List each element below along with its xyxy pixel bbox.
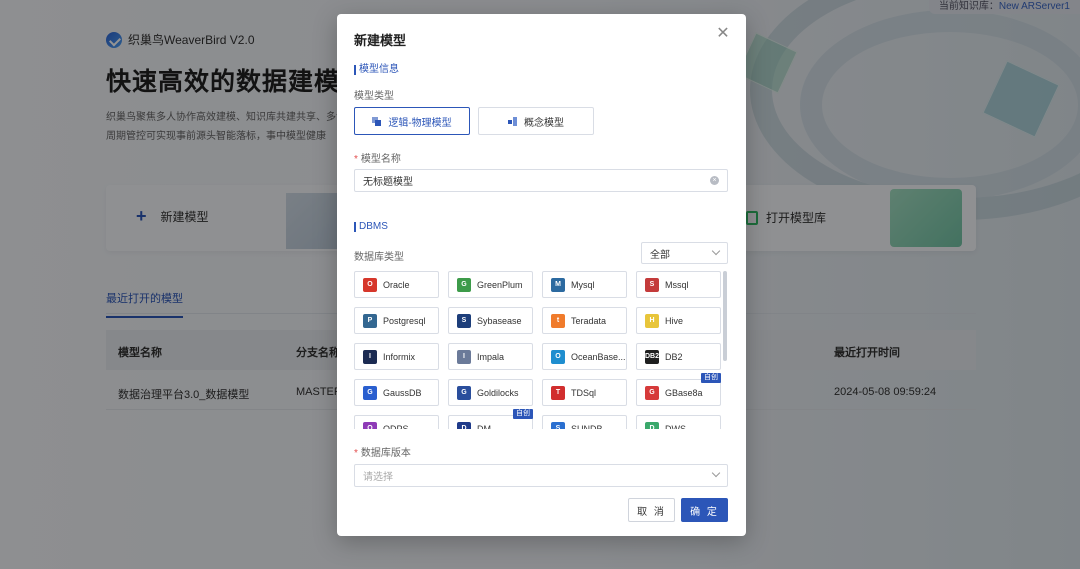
db-card-label: DWS xyxy=(665,423,686,430)
model-name-value: 无标题模型 xyxy=(363,177,413,188)
db-card-gaussdb[interactable]: G GaussDB xyxy=(354,379,439,406)
greenplum-icon: G xyxy=(457,277,471,292)
db-card-dws[interactable]: D DWS xyxy=(636,415,721,429)
close-icon[interactable]: ✕ xyxy=(714,25,732,43)
db-card-label: Hive xyxy=(665,315,684,326)
type-concept-label: 概念模型 xyxy=(524,117,564,129)
mssql-icon: S xyxy=(645,277,659,292)
dws-icon: D xyxy=(645,421,659,429)
db-type-grid: O Oracle G GreenPlum M Mysql S Mssql P Postgresql… xyxy=(354,271,734,429)
label-model-type: 模型类型 xyxy=(354,91,394,102)
tdsql-icon: T xyxy=(551,385,565,400)
sundb-icon: S xyxy=(551,421,565,429)
db-card-label: GaussDB xyxy=(383,387,422,398)
db-card-gbase8a[interactable]: G GBase8a 自创 xyxy=(636,373,721,406)
db-filter-value: 全部 xyxy=(650,249,670,261)
db-card-label: Teradata xyxy=(571,315,607,326)
label-db-version: * 数据库版本 xyxy=(354,444,411,459)
db-card-sybasease[interactable]: S Sybasease xyxy=(448,307,533,334)
db-card-label: OceanBase... xyxy=(571,351,626,362)
model-name-input[interactable]: 无标题模型 × xyxy=(354,169,728,192)
db-card-label: Goldilocks xyxy=(477,387,519,398)
label-model-name: * 模型名称 xyxy=(354,150,401,165)
hive-icon: H xyxy=(645,313,659,328)
db-card-informix[interactable]: I Informix xyxy=(354,343,439,370)
section-dbms: DBMS xyxy=(354,222,388,232)
new-model-dialog: 新建模型 ✕ 模型信息 模型类型 逻辑-物理模型 概念模型 * 模型名称 无标题模… xyxy=(337,14,746,536)
db-card-label: Postgresql xyxy=(383,315,426,326)
custom-badge: 自创 xyxy=(701,373,721,383)
oceanbase-icon: O xyxy=(551,349,565,364)
db-card-mysql[interactable]: M Mysql xyxy=(542,271,627,298)
odps-icon: O xyxy=(363,421,377,429)
type-concept-button[interactable]: 概念模型 xyxy=(478,107,594,135)
db2-icon: DB2 xyxy=(645,349,659,364)
db-card-tdsql[interactable]: T TDSql xyxy=(542,379,627,406)
custom-badge: 自创 xyxy=(513,409,533,419)
required-mark: * xyxy=(354,154,358,165)
mysql-icon: M xyxy=(551,277,565,292)
db-card-label: Oracle xyxy=(383,279,410,290)
model-icon xyxy=(372,116,382,126)
concept-icon xyxy=(508,116,518,126)
db-card-label: Sybasease xyxy=(477,315,522,326)
postgresql-icon: P xyxy=(363,313,377,328)
db-card-hive[interactable]: H Hive xyxy=(636,307,721,334)
oracle-icon: O xyxy=(363,277,377,292)
type-logical-physical-button[interactable]: 逻辑-物理模型 xyxy=(354,107,470,135)
db-card-oceanbase[interactable]: O OceanBase... xyxy=(542,343,627,370)
impala-icon: I xyxy=(457,349,471,364)
chevron-down-icon xyxy=(711,468,721,478)
db-card-teradata[interactable]: t Teradata xyxy=(542,307,627,334)
db-version-placeholder: 请选择 xyxy=(363,472,393,483)
db-card-label: Mssql xyxy=(665,279,689,290)
required-mark: * xyxy=(354,448,358,459)
db-card-dm[interactable]: D DM 自创 xyxy=(448,409,533,430)
gaussdb-icon: G xyxy=(363,385,377,400)
db-card-oracle[interactable]: O Oracle xyxy=(354,271,439,298)
db-card-label: DB2 xyxy=(665,351,683,362)
db-card-odps[interactable]: O ODPS xyxy=(354,415,439,429)
chevron-down-icon xyxy=(711,246,721,256)
db-card-label: Mysql xyxy=(571,279,595,290)
db-card-label: TDSql xyxy=(571,387,597,398)
ok-button[interactable]: 确 定 xyxy=(681,498,728,522)
cancel-button[interactable]: 取 消 xyxy=(628,498,675,522)
db-card-label: Informix xyxy=(383,351,416,362)
db-card-db2[interactable]: DB2 DB2 xyxy=(636,343,721,370)
db-grid-scrollbar[interactable] xyxy=(723,271,727,361)
section-model-info: 模型信息 xyxy=(354,65,399,75)
db-card-greenplum[interactable]: G GreenPlum xyxy=(448,271,533,298)
db-card-sundb[interactable]: S SUNDB xyxy=(542,415,627,429)
teradata-icon: t xyxy=(551,313,565,328)
label-db-version-text: 数据库版本 xyxy=(360,448,411,459)
db-card-label: GreenPlum xyxy=(477,279,523,290)
clear-icon[interactable]: × xyxy=(710,176,719,185)
type-logical-label: 逻辑-物理模型 xyxy=(388,117,452,129)
db-card-label: DM xyxy=(477,423,491,430)
db-card-label: Impala xyxy=(477,351,505,362)
db-card-label: GBase8a xyxy=(665,387,703,398)
db-filter-select[interactable]: 全部 xyxy=(641,242,728,264)
db-card-impala[interactable]: I Impala xyxy=(448,343,533,370)
label-model-name-text: 模型名称 xyxy=(360,154,401,165)
db-version-select[interactable]: 请选择 xyxy=(354,464,728,487)
db-card-goldilocks[interactable]: G Goldilocks xyxy=(448,379,533,406)
db-card-mssql[interactable]: S Mssql xyxy=(636,271,721,298)
gbase8a-icon: G xyxy=(645,385,659,400)
db-card-label: SUNDB xyxy=(571,423,603,430)
label-db-type: 数据库类型 xyxy=(354,252,404,263)
db-card-label: ODPS xyxy=(383,423,409,430)
dm-icon: D xyxy=(457,421,471,429)
sybasease-icon: S xyxy=(457,313,471,328)
goldilocks-icon: G xyxy=(457,385,471,400)
informix-icon: I xyxy=(363,349,377,364)
dialog-title: 新建模型 xyxy=(354,33,407,48)
db-card-postgresql[interactable]: P Postgresql xyxy=(354,307,439,334)
